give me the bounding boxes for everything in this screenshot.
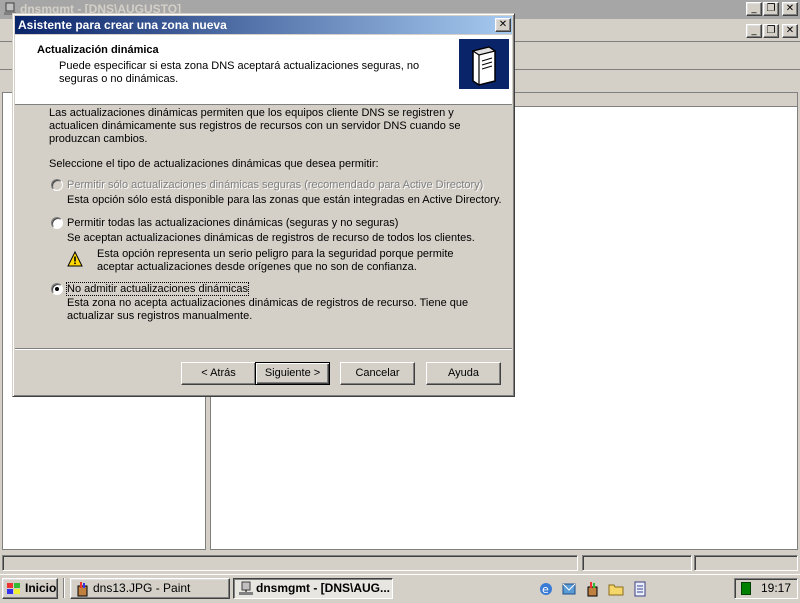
option-secure-only-desc: Esta opción sólo está disponible para la… <box>67 194 502 206</box>
taskbar-item-dnsmgmt[interactable]: dnsmgmt - [DNS\AUG... <box>233 578 393 599</box>
select-label: Seleccione el tipo de actualizaciones di… <box>49 158 379 170</box>
status-cell-main <box>2 555 578 571</box>
status-cell-2 <box>582 555 692 571</box>
taskbar-divider <box>63 578 65 598</box>
wizard-titlebar[interactable]: Asistente para crear una zona nueva ✕ <box>15 16 512 34</box>
taskbar-item-label: dnsmgmt - [DNS\AUG... <box>256 581 390 595</box>
option-allow-all-desc: Se aceptan actualizaciones dinámicas de … <box>67 232 475 244</box>
warning-icon <box>67 250 83 270</box>
option-no-dynamic-label[interactable]: No admitir actualizaciones dinámicas <box>66 282 249 296</box>
page-subtitle: Puede especificar si esta zona DNS acept… <box>59 60 420 85</box>
button-separator <box>15 348 512 350</box>
child-minimize-button[interactable]: _ <box>746 24 762 38</box>
option-secure-only-label: Permitir sólo actualizaciones dinámicas … <box>67 179 484 191</box>
help-button[interactable]: Ayuda <box>426 362 501 385</box>
new-zone-wizard-dialog: Asistente para crear una zona nueva ✕ Ac… <box>12 13 515 397</box>
page-title: Actualización dinámica <box>37 44 159 56</box>
option-no-dynamic-desc: Esta zona no acepta actualizaciones diná… <box>67 297 469 322</box>
wizard-close-button[interactable]: ✕ <box>495 18 511 32</box>
start-button[interactable]: Inicio <box>2 578 58 599</box>
radio-allow-all[interactable] <box>51 217 63 229</box>
paint-icon <box>75 581 91 598</box>
taskbar: Inicio dns13.JPG - Paint dnsmgmt - [DNS\… <box>0 574 800 600</box>
start-label: Inicio <box>25 581 57 595</box>
back-button[interactable]: < Atrás <box>181 362 256 385</box>
system-tray: 19:17 <box>734 578 798 599</box>
wizard-title: Asistente para crear una zona nueva <box>18 18 227 32</box>
radio-secure-only <box>51 179 63 191</box>
dns-icon <box>238 581 254 598</box>
network-icon[interactable] <box>741 582 751 595</box>
intro-text: Las actualizaciones dinámicas permiten q… <box>49 107 461 145</box>
taskbar-item-label: dns13.JPG - Paint <box>93 581 191 595</box>
notepad-icon[interactable] <box>632 581 648 597</box>
outlook-express-icon[interactable] <box>561 581 577 597</box>
svg-text:e: e <box>542 583 549 596</box>
option-allow-all-label[interactable]: Permitir todas las actualizaciones dinám… <box>67 217 398 229</box>
minimize-button[interactable]: _ <box>746 2 762 16</box>
paint-icon[interactable] <box>585 581 601 597</box>
clock[interactable]: 19:17 <box>761 579 791 598</box>
next-button[interactable]: Siguiente > <box>255 362 330 385</box>
server-icon <box>459 39 509 89</box>
child-close-button[interactable]: ✕ <box>782 24 798 38</box>
wizard-header: Actualización dinámica Puede especificar… <box>15 35 512 105</box>
close-button[interactable]: ✕ <box>782 2 798 16</box>
close-icon: ✕ <box>498 19 508 30</box>
folder-icon[interactable] <box>608 581 624 597</box>
status-cell-3 <box>694 555 798 571</box>
security-warning-text: Esta opción representa un serio peligro … <box>97 248 454 273</box>
radio-no-dynamic[interactable] <box>51 283 63 295</box>
taskbar-item-paint[interactable]: dns13.JPG - Paint <box>70 578 230 599</box>
restore-button[interactable]: ❐ <box>763 2 779 16</box>
cancel-button[interactable]: Cancelar <box>340 362 415 385</box>
ie-icon[interactable]: e <box>538 581 554 597</box>
child-restore-button[interactable]: ❐ <box>763 24 779 38</box>
